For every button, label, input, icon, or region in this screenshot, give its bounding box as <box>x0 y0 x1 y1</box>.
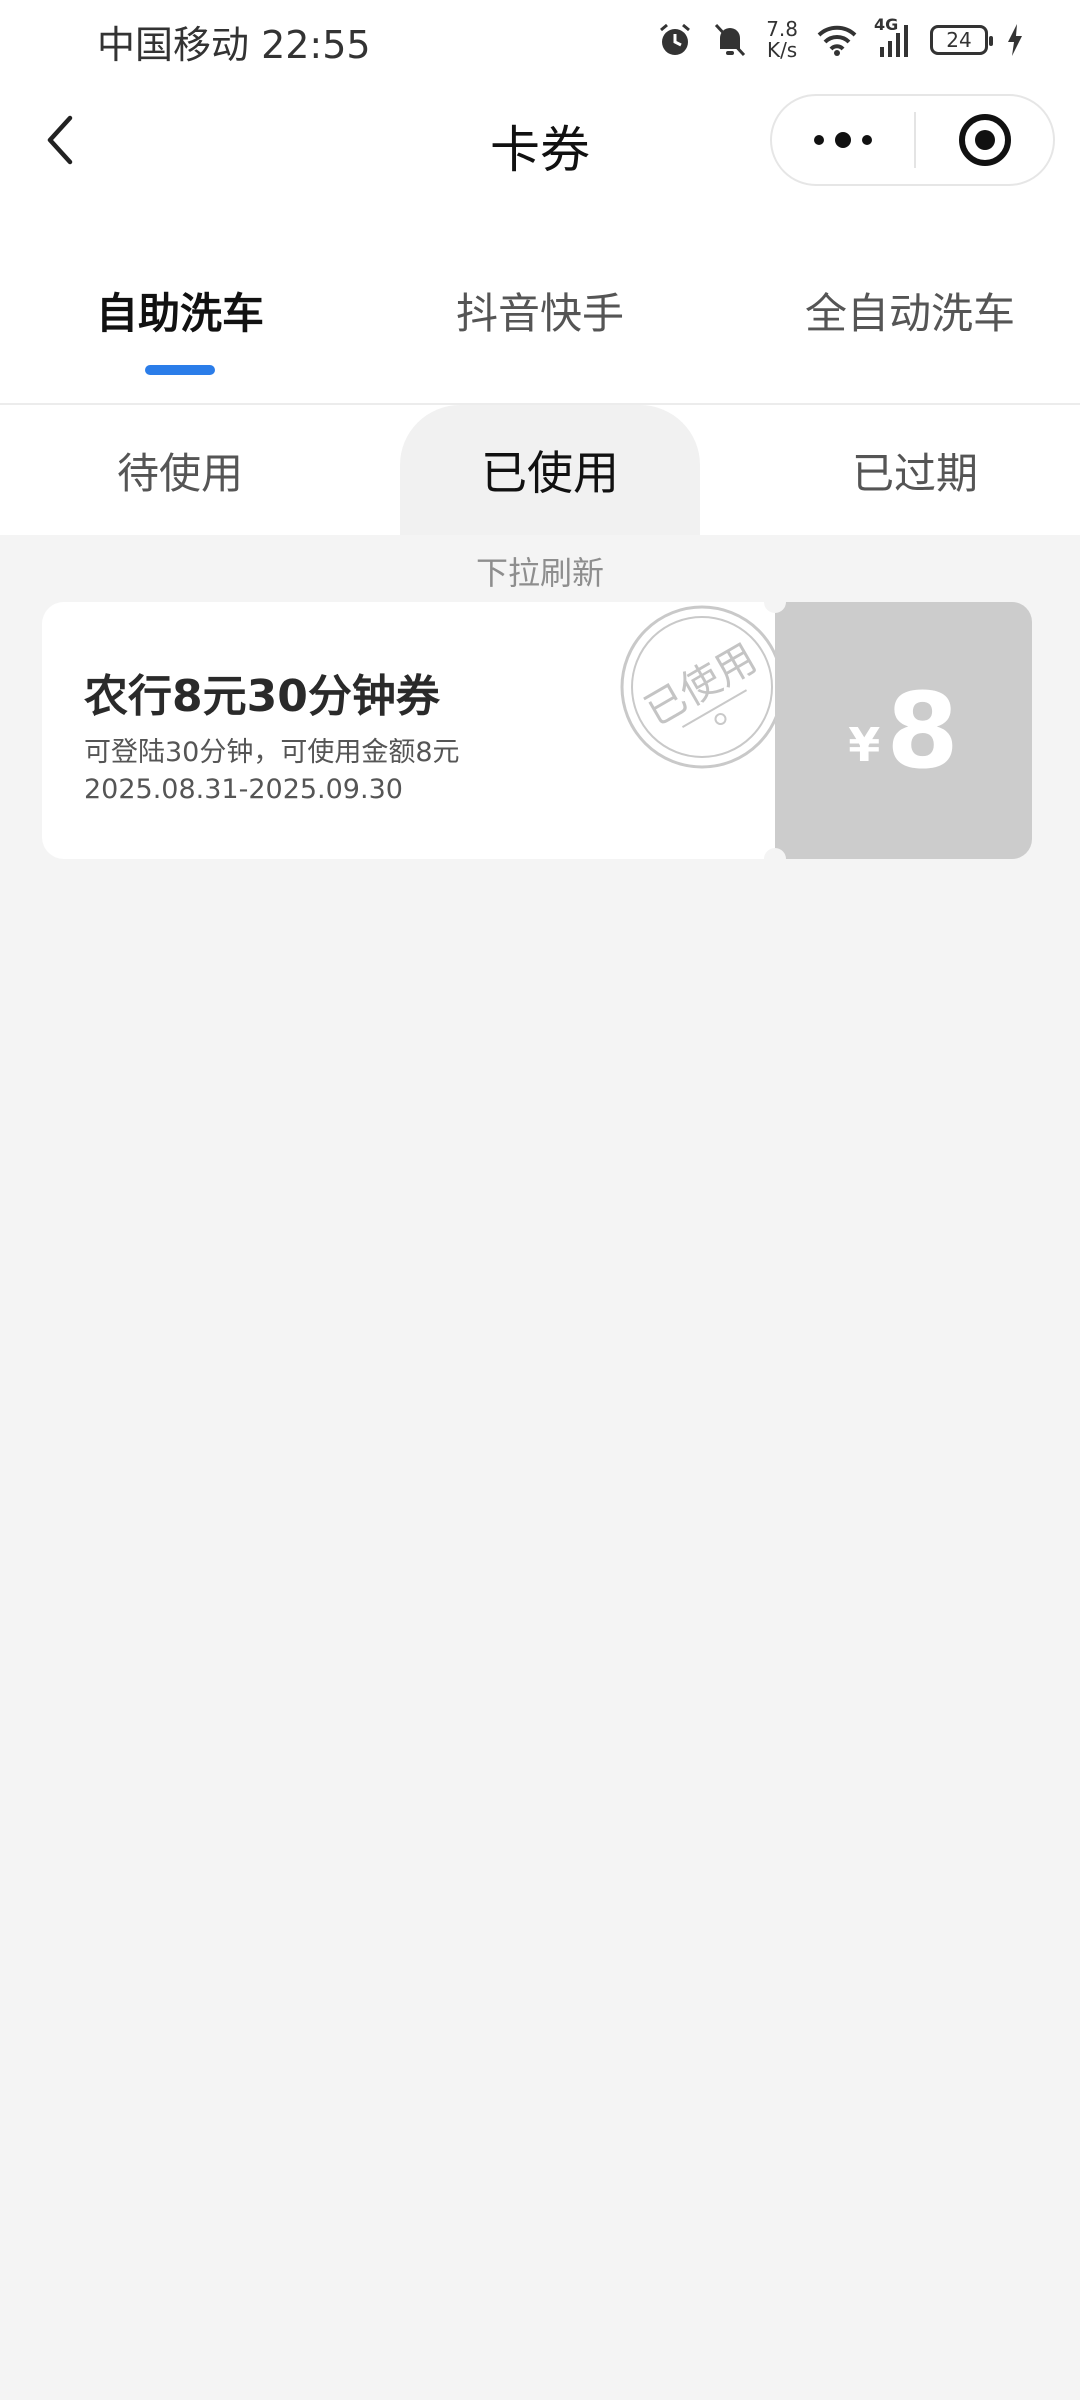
network-type: 4G <box>874 15 899 34</box>
active-tab-indicator <box>145 365 215 375</box>
status-icons: 7.8 K/s 4G 24 <box>656 14 1024 66</box>
carrier-time: 中国移动 22:55 <box>97 23 371 67</box>
battery-level: 24 <box>946 28 972 52</box>
coupon-title: 农行8元30分钟券 <box>84 671 440 722</box>
pull-to-refresh-hint: 下拉刷新 <box>475 554 604 592</box>
net-speed-value: 7.8 <box>766 17 798 41</box>
tab-automatic-wash[interactable]: 全自动洗车 <box>795 280 1025 341</box>
coupon-notch-top <box>764 591 786 613</box>
tab-unused[interactable]: 待使用 <box>60 405 300 535</box>
close-button[interactable] <box>916 96 1053 184</box>
tab-label: 全自动洗车 <box>804 289 1015 338</box>
more-button[interactable] <box>772 96 914 184</box>
stamp-text: 已使用 <box>638 635 765 735</box>
tab-self-service-wash[interactable]: 自助洗车 <box>92 280 268 375</box>
close-target-icon <box>958 114 1011 166</box>
coupon-amount: 8 <box>886 669 959 792</box>
status-bar: 中国移动 22:55 7.8 K/s 4G 24 <box>0 0 1080 80</box>
coupon-validity: 2025.08.31-2025.09.30 <box>84 774 403 805</box>
tab-douyin-kuaishou[interactable]: 抖音快手 <box>450 280 630 341</box>
currency-symbol: ¥ <box>848 717 881 772</box>
status-tabs: 待使用 已使用 已过期 <box>0 405 1080 535</box>
coupon-amount-panel: ¥ 8 <box>775 602 1032 859</box>
tab-label: 自助洗车 <box>95 289 264 338</box>
category-tabs: 自助洗车 抖音快手 全自动洗车 <box>0 210 1080 405</box>
tab-expired[interactable]: 已过期 <box>795 405 1035 535</box>
coupon-notch-bottom <box>764 848 786 870</box>
cell-signal: 4G <box>874 15 912 57</box>
tab-label: 抖音快手 <box>455 289 624 338</box>
net-speed-unit: K/s <box>766 38 798 62</box>
coupon-description: 可登陆30分钟，可使用金额8元 <box>84 737 460 768</box>
mini-program-capsule <box>770 94 1055 186</box>
tab-used[interactable]: 已使用 <box>400 405 700 535</box>
used-stamp-icon: 已使用 <box>620 605 784 769</box>
battery-icon: 24 <box>930 25 993 55</box>
net-speed: 7.8 K/s <box>766 19 798 61</box>
more-dots-icon <box>814 132 872 148</box>
mute-bell-icon <box>715 23 746 57</box>
nav-bar: 卡券 <box>0 80 1080 210</box>
coupon-card[interactable]: 农行8元30分钟券 可登陆30分钟，可使用金额8元 2025.08.31-202… <box>42 591 1032 870</box>
wifi-icon <box>817 25 857 56</box>
charging-icon <box>1008 24 1022 56</box>
alarm-icon <box>660 23 691 55</box>
